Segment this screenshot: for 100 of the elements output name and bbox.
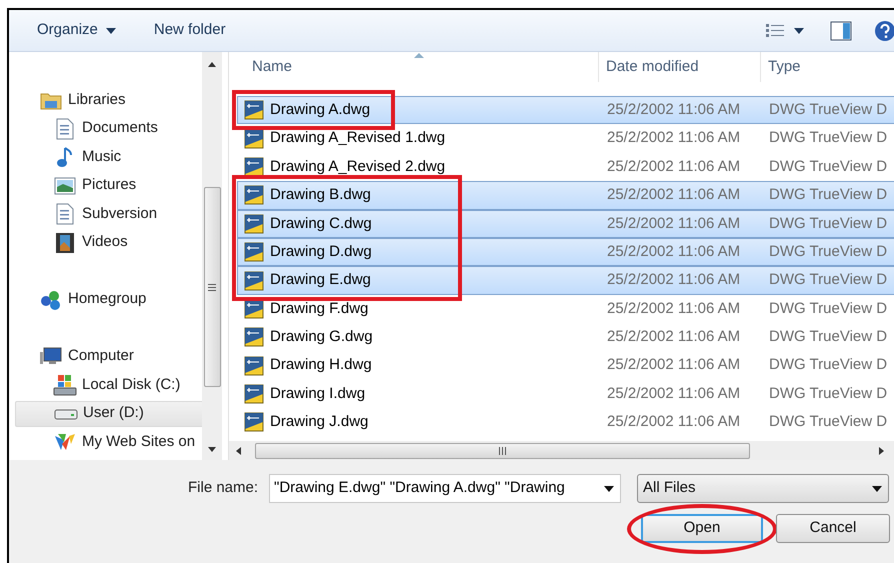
file-name: Drawing E.dwg: [270, 270, 371, 290]
picture-icon: [54, 176, 76, 194]
column-header[interactable]: Date modified: [598, 52, 760, 82]
file-row[interactable]: Drawing A.dwg 25/2/2002 11:06 AM DWG TrueView D: [237, 96, 894, 124]
scrollbar-thumb[interactable]: [204, 187, 220, 387]
file-name: Drawing J.dwg: [270, 412, 368, 432]
web-sites-icon: [54, 432, 76, 452]
file-row[interactable]: Drawing J.dwg 25/2/2002 11:06 AM DWG TrueView D: [237, 408, 894, 437]
document-icon: [56, 118, 74, 140]
sidebar-item[interactable]: Music: [9, 144, 126, 170]
dwg-file-icon: [244, 242, 264, 262]
file-row[interactable]: Drawing F.dwg 25/2/2002 11:06 AM DWG TrueView D: [237, 294, 894, 324]
scroll-down-icon[interactable]: [208, 447, 216, 452]
sidebar-item[interactable]: Subversion: [9, 201, 162, 227]
sort-arrow-icon: [414, 53, 424, 58]
dwg-file-icon: [244, 214, 264, 234]
sidebar-item[interactable]: Pictures: [9, 172, 140, 198]
type-cell-text: DWG TrueView D: [768, 384, 888, 404]
open-button[interactable]: Open: [641, 514, 763, 543]
date-cell-text: 25/2/2002 11:06 AM: [606, 185, 742, 206]
date-cell-text: 25/2/2002 11:06 AM: [606, 128, 742, 148]
file-row[interactable]: Drawing H.dwg 25/2/2002 11:06 AM DWG TrueView D: [237, 352, 894, 380]
date-cell-text: 25/2/2002 11:06 AM: [606, 355, 742, 376]
help-icon[interactable]: [874, 20, 894, 42]
cancel-button[interactable]: Cancel: [776, 514, 890, 543]
date-cell-text: 25/2/2002 11:06 AM: [606, 242, 742, 262]
vertical-scrollbar[interactable]: [202, 52, 222, 460]
file-row[interactable]: Drawing C.dwg 25/2/2002 11:06 AM DWG TrueView D: [237, 210, 894, 238]
sidebar-item[interactable]: Documents: [9, 116, 162, 142]
file-row[interactable]: Drawing G.dwg 25/2/2002 11:06 AM DWG TrueView D: [237, 323, 894, 352]
type-cell-text: DWG TrueView D: [768, 242, 888, 262]
file-name: Drawing G.dwg: [270, 327, 373, 348]
sidebar-item[interactable]: User (D:): [15, 400, 202, 426]
sidebar-item[interactable]: Computer: [9, 344, 138, 370]
dwg-file-icon: [244, 356, 264, 376]
new-folder-button[interactable]: New folder: [154, 19, 226, 42]
file-row[interactable]: Drawing D.dwg 25/2/2002 11:06 AM DWG TrueView D: [237, 238, 894, 266]
type-cell-text: DWG TrueView D: [768, 355, 888, 376]
date-cell-text: 25/2/2002 11:06 AM: [606, 327, 742, 348]
file-name: Drawing A_Revised 1.dwg: [270, 128, 446, 148]
type-cell-text: DWG TrueView D: [768, 214, 888, 234]
type-cell-text: DWG TrueView D: [768, 270, 888, 290]
file-name-label: File name:: [188, 478, 260, 498]
column-header[interactable]: Type: [760, 52, 894, 82]
file-row[interactable]: Drawing B.dwg 25/2/2002 11:06 AM DWG TrueView D: [237, 181, 894, 210]
file-name: Drawing I.dwg: [270, 384, 366, 404]
type-cell-text: DWG TrueView D: [768, 412, 888, 432]
music-note-icon: [56, 146, 74, 168]
horizontal-scrollbar[interactable]: [229, 441, 894, 460]
date-cell-text: 25/2/2002 11:06 AM: [606, 214, 742, 234]
file-name: Drawing H.dwg: [270, 355, 372, 376]
drive-icon: [53, 374, 77, 396]
file-row[interactable]: Drawing A_Revised 1.dwg 25/2/2002 11:06 AM DWG TrueView D: [237, 124, 894, 153]
type-cell-text: DWG TrueView D: [768, 156, 888, 177]
preview-pane-icon[interactable]: [830, 20, 852, 40]
type-cell-text: DWG TrueView D: [768, 327, 888, 348]
computer-icon: [39, 346, 63, 366]
date-cell-text: 25/2/2002 11:06 AM: [606, 156, 742, 177]
dwg-file-icon: [244, 156, 264, 177]
type-cell-text: DWG TrueView D: [768, 128, 888, 148]
file-row[interactable]: Drawing I.dwg 25/2/2002 11:06 AM DWG TrueView D: [237, 380, 894, 408]
drive-icon: [54, 408, 78, 420]
film-icon: [55, 232, 75, 254]
dwg-file-icon: [244, 327, 264, 348]
sidebar-item[interactable]: Local Disk (C:): [9, 372, 184, 398]
type-cell-text: DWG TrueView D: [768, 298, 888, 319]
file-name: Drawing C.dwg: [270, 214, 372, 234]
file-name-field[interactable]: "Drawing E.dwg" "Drawing A.dwg" "Drawing: [269, 474, 621, 503]
scroll-left-icon[interactable]: [236, 446, 241, 454]
file-name: Drawing B.dwg: [270, 185, 371, 206]
sidebar-item[interactable]: My Web Sites on: [9, 429, 200, 455]
type-cell-text: DWG TrueView D: [768, 100, 888, 120]
homegroup-icon: [39, 288, 63, 310]
file-name: Drawing F.dwg: [270, 298, 368, 319]
dropdown-caret-icon[interactable]: [604, 486, 614, 492]
date-cell-text: 25/2/2002 11:06 AM: [606, 100, 742, 120]
date-cell-text: 25/2/2002 11:06 AM: [606, 270, 742, 290]
document-icon: [56, 203, 74, 225]
sidebar-item[interactable]: Homegroup: [9, 286, 150, 312]
scroll-up-icon[interactable]: [208, 62, 216, 67]
file-type-dropdown[interactable]: All Files: [637, 474, 889, 503]
view-options-icon[interactable]: [766, 24, 784, 38]
organize-menu-button[interactable]: Organize: [37, 19, 116, 42]
caret-icon[interactable]: [794, 28, 804, 34]
sidebar-item[interactable]: Libraries: [9, 87, 130, 113]
file-row[interactable]: Drawing A_Revised 2.dwg 25/2/2002 11:06 AM DWG TrueView D: [237, 152, 894, 182]
scrollbar-thumb[interactable]: [255, 442, 750, 458]
column-header[interactable]: Name: [229, 52, 598, 82]
date-cell-text: 25/2/2002 11:06 AM: [606, 412, 742, 432]
file-name: Drawing A.dwg: [270, 100, 370, 120]
caret-icon: [106, 28, 116, 34]
scroll-right-icon[interactable]: [879, 446, 884, 454]
dwg-file-icon: [244, 298, 264, 319]
dwg-file-icon: [244, 270, 264, 291]
file-row[interactable]: Drawing E.dwg 25/2/2002 11:06 AM DWG TrueView D: [237, 266, 894, 295]
dwg-file-icon: [244, 185, 264, 206]
type-cell-text: DWG TrueView D: [768, 185, 888, 206]
dwg-file-icon: [244, 100, 264, 120]
dwg-file-icon: [244, 412, 264, 432]
sidebar-item[interactable]: Videos: [9, 230, 132, 256]
